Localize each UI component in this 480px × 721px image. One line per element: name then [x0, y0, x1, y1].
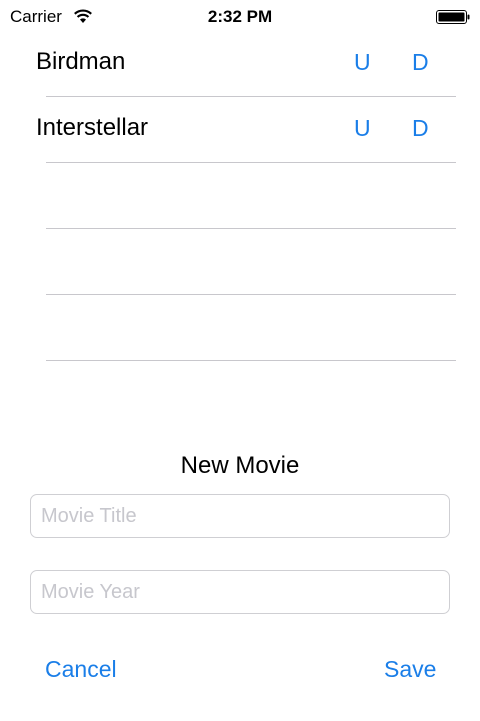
movie-title: Birdman — [36, 48, 126, 75]
movie-row[interactable]: Birdman U D — [0, 30, 480, 96]
move-down-button[interactable]: D — [412, 48, 429, 76]
move-up-button[interactable]: U — [354, 48, 371, 76]
form-title: New Movie — [180, 452, 300, 479]
movie-year-field[interactable] — [30, 570, 450, 614]
move-up-button[interactable]: U — [354, 114, 371, 142]
row-separator — [46, 360, 456, 361]
movie-title-field[interactable] — [30, 494, 450, 538]
status-bar: Carrier 2:32 PM — [0, 0, 480, 34]
status-time: 2:32 PM — [207, 7, 273, 26]
cancel-button[interactable]: Cancel — [45, 656, 117, 683]
save-button[interactable]: Save — [384, 656, 436, 683]
empty-row — [0, 294, 480, 360]
empty-row — [0, 162, 480, 228]
move-down-button[interactable]: D — [412, 114, 429, 142]
movie-title: Interstellar — [36, 114, 149, 141]
movie-row[interactable]: Interstellar U D — [0, 96, 480, 162]
battery-full-icon — [436, 10, 470, 24]
empty-row — [0, 228, 480, 294]
